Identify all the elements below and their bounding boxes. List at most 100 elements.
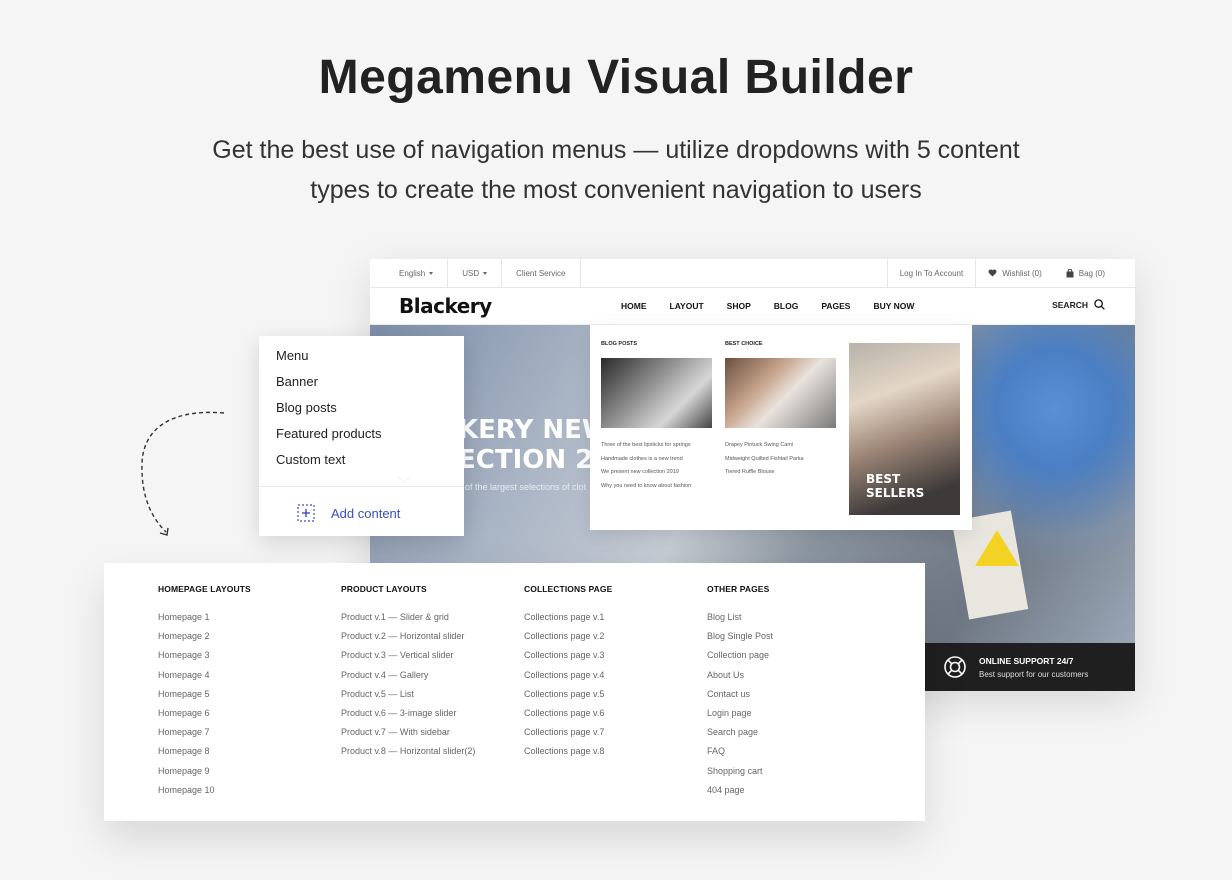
menu-link[interactable]: Collections page v.3 bbox=[524, 650, 612, 669]
menu-link[interactable]: Homepage 9 bbox=[158, 766, 251, 785]
menu-link[interactable]: Homepage 1 bbox=[158, 612, 251, 631]
add-block-icon bbox=[297, 504, 315, 522]
support-title: ONLINE SUPPORT 24/7 bbox=[979, 655, 1074, 666]
menu-link[interactable]: Search page bbox=[707, 727, 773, 746]
search-button[interactable]: SEARCH bbox=[1052, 299, 1105, 310]
best-sellers-label: BEST SELLERS bbox=[866, 472, 925, 500]
popup-notch bbox=[397, 474, 411, 481]
product-layouts-column: PRODUCT LAYOUTS Product v.1 — Slider & g… bbox=[341, 584, 475, 766]
menu-link[interactable]: Collections page v.8 bbox=[524, 746, 612, 765]
client-service-link[interactable]: Client Service bbox=[502, 259, 581, 287]
collections-page-column: COLLECTIONS PAGE Collections page v.1 Co… bbox=[524, 584, 612, 766]
blog-post-link[interactable]: Why you need to know about fashion bbox=[601, 483, 713, 489]
content-type-custom-text[interactable]: Custom text bbox=[259, 452, 464, 478]
blog-post-link[interactable]: Handmade clothes is a new trend bbox=[601, 456, 713, 462]
other-pages-column: OTHER PAGES Blog List Blog Single Post C… bbox=[707, 584, 773, 804]
menu-link[interactable]: About Us bbox=[707, 670, 773, 689]
add-content-button[interactable]: Add content bbox=[297, 504, 400, 522]
lifebuoy-icon bbox=[944, 656, 966, 678]
currency-selector[interactable]: USD bbox=[448, 259, 503, 287]
column-title: PRODUCT LAYOUTS bbox=[341, 584, 427, 594]
blog-post-link[interactable]: Three of the best lipsticks for springs bbox=[601, 442, 713, 448]
support-subtitle: Best support for our customers bbox=[979, 669, 1089, 679]
menu-link[interactable]: Blog Single Post bbox=[707, 631, 773, 650]
column-title: COLLECTIONS PAGE bbox=[524, 584, 613, 594]
blog-posts-column: BLOG POSTS Three of the best lipsticks f… bbox=[601, 341, 713, 496]
menu-link[interactable]: Product v.7 — With sidebar bbox=[341, 727, 475, 746]
best-choice-link[interactable]: Drapey Pintuck Swing Cami bbox=[725, 442, 837, 448]
currency-label: USD bbox=[462, 268, 480, 278]
menu-link[interactable]: Product v.3 — Vertical slider bbox=[341, 650, 475, 669]
site-topbar: English USD Client Service Log In To Acc… bbox=[370, 259, 1135, 288]
menu-link[interactable]: Product v.4 — Gallery bbox=[341, 670, 475, 689]
nav-item-blog[interactable]: BLOG bbox=[774, 301, 799, 311]
hero-title: Megamenu Visual Builder bbox=[318, 51, 914, 104]
menu-link[interactable]: Blog List bbox=[707, 612, 773, 631]
menu-link[interactable]: Collections page v.4 bbox=[524, 670, 612, 689]
menu-link[interactable]: Homepage 3 bbox=[158, 650, 251, 669]
nav-item-shop[interactable]: SHOP bbox=[727, 301, 751, 311]
site-logo[interactable]: Blackery bbox=[399, 294, 492, 318]
menu-link[interactable]: Collections page v.1 bbox=[524, 612, 612, 631]
homepage-layouts-column: HOMEPAGE LAYOUTS Homepage 1 Homepage 2 H… bbox=[158, 584, 251, 804]
menu-link[interactable]: Homepage 7 bbox=[158, 727, 251, 746]
bag-link[interactable]: Bag (0) bbox=[1054, 259, 1135, 287]
column-title: OTHER PAGES bbox=[707, 584, 770, 594]
menu-link[interactable]: Homepage 5 bbox=[158, 689, 251, 708]
best-sellers-banner[interactable]: BEST SELLERS bbox=[849, 343, 960, 515]
menu-link[interactable]: FAQ bbox=[707, 746, 773, 765]
blog-post-image[interactable] bbox=[601, 358, 712, 428]
column-title: HOMEPAGE LAYOUTS bbox=[158, 584, 251, 594]
nav-item-pages[interactable]: PAGES bbox=[821, 301, 850, 311]
client-service-label: Client Service bbox=[516, 268, 566, 278]
hero-subtitle: Get the best use of navigation menus — u… bbox=[212, 136, 1020, 204]
content-type-banner[interactable]: Banner bbox=[259, 374, 464, 400]
nav-item-layout[interactable]: LAYOUT bbox=[670, 301, 704, 311]
language-selector[interactable]: English bbox=[370, 259, 449, 287]
content-type-blog-posts[interactable]: Blog posts bbox=[259, 400, 464, 426]
menu-link[interactable]: Homepage 6 bbox=[158, 708, 251, 727]
nav-item-buy-now[interactable]: BUY NOW bbox=[873, 301, 914, 311]
bag-icon bbox=[1066, 268, 1074, 277]
menu-link[interactable]: Product v.6 — 3-image slider bbox=[341, 708, 475, 727]
megamenu-dropdown: BLOG POSTS Three of the best lipsticks f… bbox=[590, 325, 972, 530]
chevron-down-icon bbox=[483, 271, 488, 275]
language-label: English bbox=[399, 268, 426, 278]
main-nav: HOME LAYOUT SHOP BLOG PAGES BUY NOW bbox=[621, 301, 937, 311]
menu-link[interactable]: Product v.2 — Horizontal slider bbox=[341, 631, 475, 650]
best-choice-link[interactable]: Tiered Ruffle Blouse bbox=[725, 469, 837, 475]
nav-item-home[interactable]: HOME bbox=[621, 301, 647, 311]
menu-link[interactable]: Collection page bbox=[707, 650, 773, 669]
menu-link[interactable]: Product v.5 — List bbox=[341, 689, 475, 708]
menu-link[interactable]: Homepage 8 bbox=[158, 746, 251, 765]
menu-link[interactable]: Collections page v.6 bbox=[524, 708, 612, 727]
menu-link[interactable]: Homepage 4 bbox=[158, 670, 251, 689]
menu-link[interactable]: Homepage 10 bbox=[158, 785, 251, 804]
menu-link[interactable]: Collections page v.7 bbox=[524, 727, 612, 746]
best-choice-image[interactable] bbox=[725, 358, 836, 428]
menu-link[interactable]: Contact us bbox=[707, 689, 773, 708]
blog-post-link[interactable]: We present new collection 2019 bbox=[601, 469, 713, 475]
popup-divider bbox=[259, 486, 464, 487]
menu-link[interactable]: Collections page v.2 bbox=[524, 631, 612, 650]
megamenu-panel: HOMEPAGE LAYOUTS Homepage 1 Homepage 2 H… bbox=[104, 563, 925, 821]
best-choice-link[interactable]: Midweight Quilted Fishtail Parka bbox=[725, 456, 837, 462]
login-link[interactable]: Log In To Account bbox=[886, 259, 975, 287]
menu-link[interactable]: Product v.8 — Horizontal slider(2) bbox=[341, 746, 475, 765]
content-type-menu[interactable]: Menu bbox=[259, 348, 464, 374]
bag-label: Bag (0) bbox=[1078, 268, 1105, 278]
menu-link[interactable]: Homepage 2 bbox=[158, 631, 251, 650]
content-type-featured-products[interactable]: Featured products bbox=[259, 426, 464, 452]
menu-link[interactable]: Collections page v.5 bbox=[524, 689, 612, 708]
menu-link[interactable]: Login page bbox=[707, 708, 773, 727]
heart-icon bbox=[988, 269, 997, 277]
menu-link[interactable]: Product v.1 — Slider & grid bbox=[341, 612, 475, 631]
search-icon bbox=[1094, 299, 1105, 310]
menu-link[interactable]: Shopping cart bbox=[707, 766, 773, 785]
content-type-popup: Menu Banner Blog posts Featured products… bbox=[259, 336, 464, 536]
chevron-down-icon bbox=[429, 271, 434, 275]
menu-link[interactable]: 404 page bbox=[707, 785, 773, 804]
blog-posts-title: BLOG POSTS bbox=[601, 341, 638, 347]
login-label: Log In To Account bbox=[899, 268, 964, 278]
wishlist-link[interactable]: Wishlist (0) bbox=[975, 259, 1054, 287]
